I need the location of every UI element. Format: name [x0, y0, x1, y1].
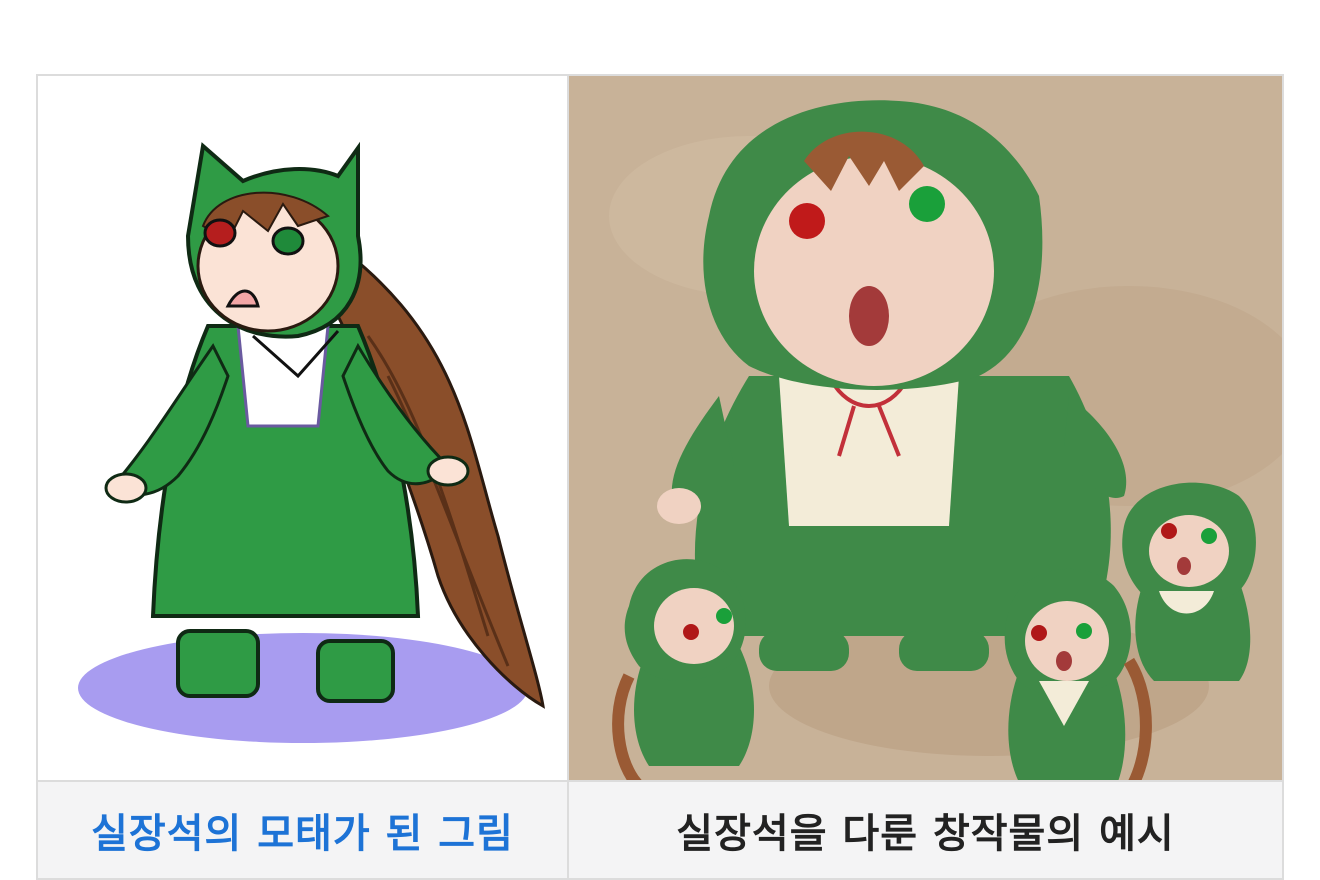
left-caption-link[interactable]: 실장석의 모태가 된 그림 — [38, 782, 567, 878]
right-characters-illustration[interactable] — [569, 76, 1282, 780]
left-character-illustration[interactable] — [38, 76, 567, 780]
left-image-cell — [38, 76, 567, 780]
right-image-cell — [569, 76, 1282, 780]
image-comparison-table: 실장석의 모태가 된 그림 실장석을 다룬 창작물의 예시 — [36, 74, 1284, 880]
right-caption: 실장석을 다룬 창작물의 예시 — [569, 782, 1282, 878]
